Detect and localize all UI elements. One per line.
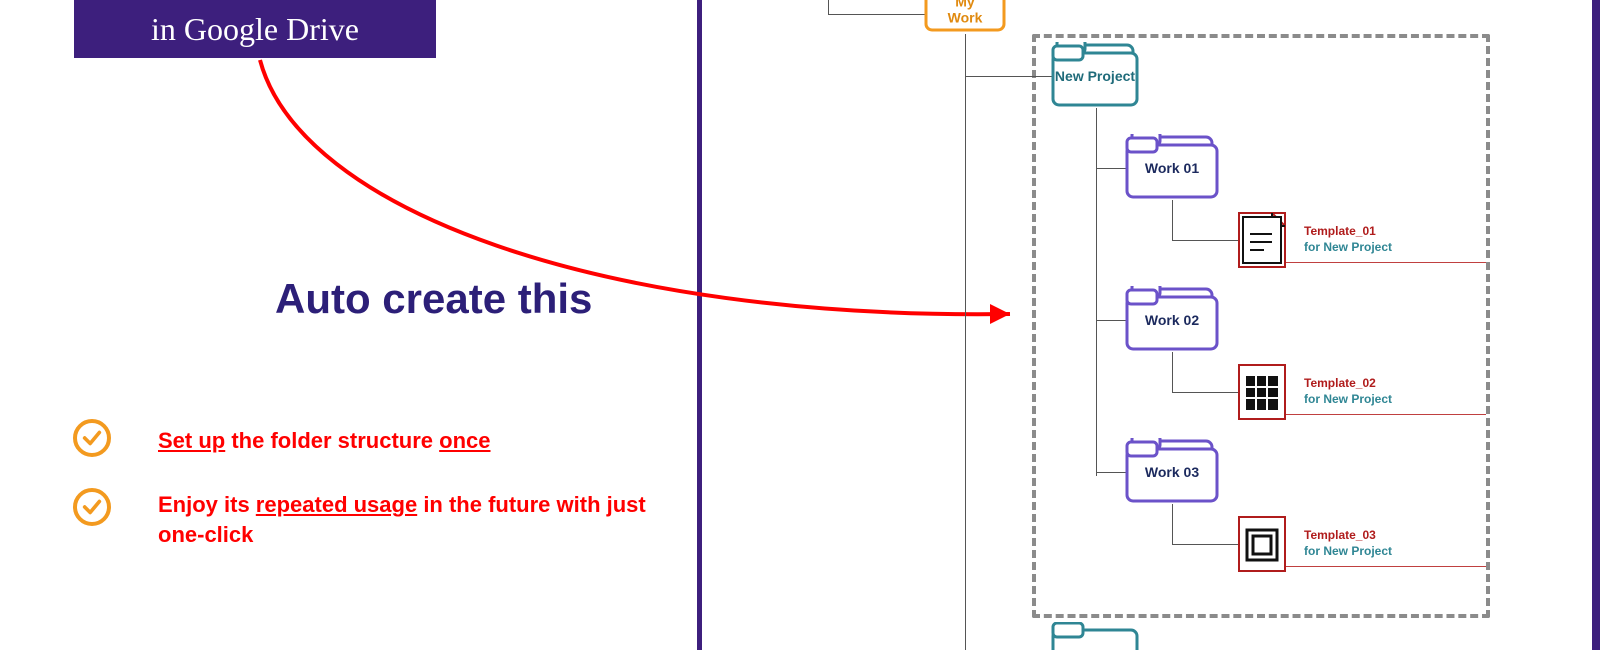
folder-root[interactable]: My Work bbox=[922, 0, 1008, 34]
file-template-01[interactable]: Template_01 for New Project bbox=[1304, 224, 1392, 255]
folder-work-01[interactable]: Work 01 bbox=[1124, 134, 1220, 200]
folder-work-03[interactable]: Work 03 bbox=[1124, 438, 1220, 504]
conn-line bbox=[1172, 240, 1238, 241]
check-icon bbox=[73, 488, 111, 526]
conn-line bbox=[1096, 108, 1097, 476]
conn-line bbox=[1096, 168, 1126, 169]
conn-line bbox=[1172, 392, 1238, 393]
conn-line bbox=[1172, 544, 1238, 545]
folder-next-icon bbox=[1050, 622, 1140, 650]
conn-line bbox=[1172, 504, 1173, 544]
conn-line bbox=[1172, 200, 1173, 240]
conn-line bbox=[1096, 472, 1126, 473]
conn-line bbox=[1172, 352, 1173, 392]
file-sheet-icon bbox=[1238, 364, 1286, 420]
file-slide-icon bbox=[1238, 516, 1286, 572]
conn-line bbox=[828, 0, 829, 14]
folder-work-02[interactable]: Work 02 bbox=[1124, 286, 1220, 352]
file-doc-icon bbox=[1238, 212, 1286, 268]
check-icon bbox=[73, 419, 111, 457]
bullet-2-text: Enjoy its repeated usage in the future w… bbox=[158, 490, 658, 549]
conn-line bbox=[1286, 414, 1486, 415]
bullet-1-text: Set up the folder structure once bbox=[158, 426, 491, 456]
file-template-03[interactable]: Template_03 for New Project bbox=[1304, 528, 1392, 559]
folder-new-project[interactable]: New Project bbox=[1050, 42, 1140, 108]
conn-line bbox=[965, 76, 1052, 77]
file-template-02[interactable]: Template_02 for New Project bbox=[1304, 376, 1392, 407]
conn-line bbox=[965, 34, 966, 76]
conn-line bbox=[1286, 262, 1486, 263]
conn-line bbox=[1286, 566, 1486, 567]
conn-line bbox=[965, 76, 966, 650]
conn-line bbox=[1096, 320, 1126, 321]
heading-auto-create: Auto create this bbox=[275, 275, 592, 323]
conn-line bbox=[828, 14, 925, 15]
